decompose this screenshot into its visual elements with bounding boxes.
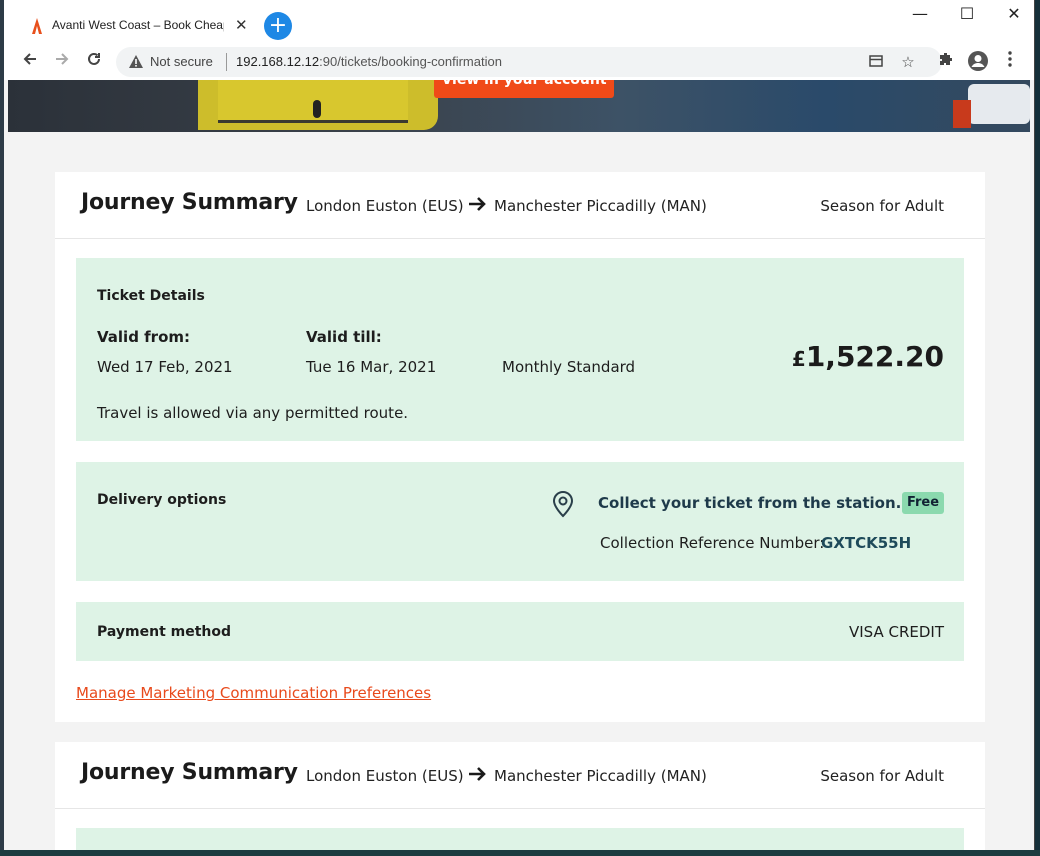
- payment-method-heading: Payment method: [97, 624, 232, 640]
- ticket-type: Season for Adult: [820, 197, 944, 215]
- valid-till-date: Tue 16 Mar, 2021: [306, 358, 437, 376]
- journey-summary-header-2: Journey Summary London Euston (EUS) Manc…: [55, 742, 985, 809]
- journey-summary-header: Journey Summary London Euston (EUS) Manc…: [55, 172, 985, 239]
- new-tab-button[interactable]: +: [264, 12, 292, 40]
- address-bar[interactable]: Not secure 192.168.12.12:90/tickets/book…: [116, 47, 942, 77]
- arrow-right-icon: [469, 767, 486, 781]
- forward-arrow-icon: [56, 53, 69, 65]
- hero-train-nose: [968, 84, 1030, 124]
- payment-method-panel: Payment method VISA CREDIT: [76, 602, 964, 661]
- extensions-icon[interactable]: [934, 50, 958, 74]
- not-secure-label[interactable]: Not secure: [150, 54, 213, 69]
- marketing-preferences-link[interactable]: Manage Marketing Communication Preferenc…: [76, 684, 431, 702]
- destination-station-2: Manchester Piccadilly (MAN): [494, 767, 707, 785]
- route-note: Travel is allowed via any permitted rout…: [97, 404, 409, 422]
- forward-button[interactable]: [50, 50, 74, 74]
- valid-till-label: Valid till:: [306, 328, 382, 346]
- ticket-details-heading: Ticket Details: [97, 288, 205, 304]
- reload-icon: [88, 52, 100, 65]
- valid-from-label: Valid from:: [97, 328, 191, 346]
- tab-title: Avanti West Coast – Book Cheap: [52, 18, 224, 32]
- warning-icon: [129, 55, 143, 68]
- maximize-button[interactable]: ☐: [947, 4, 987, 24]
- ticket-type-2: Season for Adult: [820, 767, 944, 785]
- url-path: :90/tickets/booking-confirmation: [319, 54, 502, 69]
- back-button[interactable]: [18, 50, 42, 74]
- minimize-button[interactable]: —: [900, 4, 940, 24]
- delivery-options-panel: Delivery options Collect your ticket fro…: [76, 462, 964, 581]
- price-amount: 1,522.20: [805, 340, 944, 373]
- page-view-icon[interactable]: [866, 52, 886, 72]
- profile-avatar-icon[interactable]: [966, 50, 990, 74]
- avanti-logo-icon: [32, 18, 42, 34]
- delivery-method: Collect your ticket from the station.: [598, 494, 902, 512]
- browser-toolbar: Not secure 192.168.12.12:90/tickets/book…: [4, 44, 1034, 81]
- origin-station-2: London Euston (EUS): [306, 767, 464, 785]
- arrow-right-icon: [469, 197, 486, 211]
- price-currency: £: [791, 347, 806, 371]
- ticket-price: £1,522.20: [792, 340, 944, 373]
- divider: [226, 53, 227, 71]
- journey-summary-title: Journey Summary: [81, 190, 298, 215]
- journey-summary-card: Journey Summary London Euston (EUS) Manc…: [55, 172, 985, 722]
- collection-reference-label: Collection Reference Number:: [600, 534, 825, 552]
- hero-door-handle: [313, 100, 321, 118]
- url-text[interactable]: 192.168.12.12:90/tickets/booking-confirm…: [236, 54, 502, 69]
- hero-train-stripe: [953, 100, 971, 128]
- bookmark-star-icon[interactable]: ☆: [898, 52, 918, 72]
- free-badge: Free: [902, 492, 944, 514]
- tab-strip: Avanti West Coast – Book Cheap ✕ + — ☐ ✕: [4, 0, 1034, 44]
- hero-banner: View in your account: [8, 80, 1030, 132]
- location-pin-icon: [552, 490, 574, 518]
- ticket-details-panel: Ticket Details Valid from: Wed 17 Feb, 2…: [76, 258, 964, 441]
- close-window-button[interactable]: ✕: [994, 4, 1034, 24]
- menu-kebab-icon[interactable]: [998, 50, 1022, 74]
- back-arrow-icon: [23, 53, 36, 65]
- browser-window: Avanti West Coast – Book Cheap ✕ + — ☐ ✕…: [4, 0, 1035, 850]
- delivery-options-heading: Delivery options: [97, 492, 227, 508]
- reload-button[interactable]: [82, 50, 106, 74]
- page-viewport: View in your account Journey Summary Lon…: [4, 80, 1034, 850]
- view-in-account-button[interactable]: View in your account: [434, 80, 614, 98]
- payment-method-value: VISA CREDIT: [848, 623, 944, 641]
- desktop-background-bottom: [0, 850, 1040, 856]
- collection-reference-number: GXTCK55H: [821, 534, 912, 552]
- journey-summary-title-2: Journey Summary: [81, 760, 298, 785]
- valid-from-date: Wed 17 Feb, 2021: [97, 358, 233, 376]
- ticket-details-panel-2: [76, 828, 964, 850]
- origin-station: London Euston (EUS): [306, 197, 464, 215]
- fare-type: Monthly Standard: [502, 358, 636, 376]
- journey-summary-card-2: Journey Summary London Euston (EUS) Manc…: [55, 742, 985, 850]
- browser-tab[interactable]: Avanti West Coast – Book Cheap ✕: [16, 8, 254, 44]
- url-host: 192.168.12.12: [236, 54, 320, 69]
- destination-station: Manchester Piccadilly (MAN): [494, 197, 707, 215]
- close-tab-icon[interactable]: ✕: [235, 16, 248, 34]
